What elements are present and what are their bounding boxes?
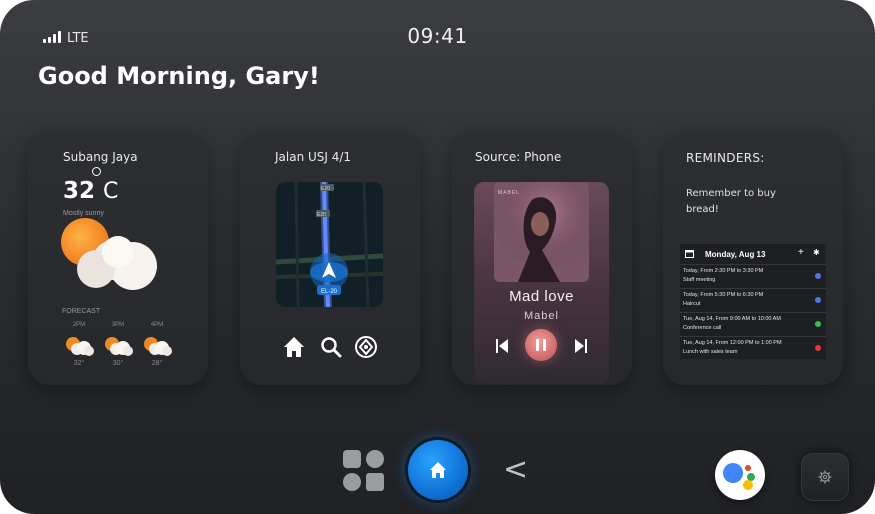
map-route: E20 E20 EL-20: [276, 182, 383, 307]
calendar-event[interactable]: Tue, Aug 14, From 12:00 PM to 1:00 PM Lu…: [680, 336, 826, 359]
event-color-dot: [815, 273, 821, 279]
event-time: Today, From 5:30 PM to 6:30 PM: [683, 292, 764, 298]
calendar-event[interactable]: Today, From 2:30 PM to 3:30 PM Staff mee…: [680, 264, 826, 289]
weather-condition: Mostly sunny: [63, 210, 104, 217]
pause-button[interactable]: [525, 329, 557, 361]
event-title: Haircut: [683, 301, 701, 307]
navigate-icon[interactable]: [354, 335, 378, 359]
nav-street: Jalan USJ 4/1: [275, 150, 352, 164]
event-color-dot: [815, 321, 821, 327]
event-title: Conference call: [683, 325, 722, 331]
album-art: MABEL Mad love Mabel: [474, 182, 609, 384]
calendar-date: Monday, Aug 13: [705, 250, 766, 259]
forecast-temp: 30°: [112, 360, 124, 367]
status-clock: 09:41: [407, 24, 468, 48]
event-time: Tue, Aug 14, From 12:00 PM to 1:00 PM: [683, 340, 782, 346]
artist-photo: [494, 182, 589, 282]
forecast-hour: 4PM: [150, 322, 164, 328]
reminders-card[interactable]: REMINDERS: Remember to buy bread! Monday…: [663, 133, 843, 385]
calendar-icon: [685, 250, 694, 258]
music-source: Source: Phone: [475, 150, 562, 164]
music-card[interactable]: Source: Phone MABEL Mad love Mabel: [452, 133, 632, 385]
back-button[interactable]: <: [503, 452, 528, 487]
pause-icon: [536, 339, 539, 351]
apps-grid-icon[interactable]: [343, 450, 384, 491]
google-assistant-button[interactable]: [715, 450, 765, 500]
artist-name: Mabel: [524, 310, 559, 322]
add-event-icon[interactable]: +: [798, 247, 804, 258]
calendar-event[interactable]: Today, From 5:30 PM to 6:30 PM Haircut: [680, 288, 826, 313]
sun-cloud-icon: [61, 218, 157, 290]
calendar-widget[interactable]: Monday, Aug 13 + ✱ Today, From 2:30 PM t…: [680, 244, 826, 359]
settings-button[interactable]: [801, 453, 849, 501]
calendar-settings-icon[interactable]: ✱: [813, 248, 820, 257]
forecast-hour: 2PM: [72, 322, 86, 328]
greeting-title: Good Morning, Gary!: [38, 62, 320, 90]
forecast-temp: 28°: [151, 360, 163, 367]
reminder-text: Remember to buy bread!: [686, 188, 776, 215]
gear-icon: [818, 470, 832, 484]
google-assistant-icon: [723, 463, 755, 490]
calendar-header: Monday, Aug 13 + ✱: [680, 244, 826, 264]
weather-card[interactable]: Subang Jaya 32 C Mostly sunny FORECAST 2…: [28, 133, 208, 385]
event-time: Tue, Aug 14, From 9:00 AM to 10:00 AM: [683, 316, 781, 322]
road-badge: EL-20: [321, 289, 338, 295]
calendar-event[interactable]: Tue, Aug 14, From 9:00 AM to 10:00 AM Co…: [680, 312, 826, 337]
home-icon[interactable]: [282, 335, 306, 359]
event-color-dot: [815, 345, 821, 351]
album-label: MABEL: [498, 190, 520, 196]
forecast-temp: 32°: [73, 360, 85, 367]
dashboard-screen: LTE 09:41 Good Morning, Gary! Subang Jay…: [0, 0, 875, 514]
event-color-dot: [815, 297, 821, 303]
weather-unit: C: [103, 179, 119, 204]
event-title: Staff meeting: [683, 277, 716, 283]
sun-cloud-icon: [144, 337, 172, 356]
search-icon[interactable]: [319, 335, 343, 359]
map-road-label: E20: [317, 212, 326, 218]
navigation-card[interactable]: Jalan USJ 4/1 E20 E20 EL-20: [240, 133, 420, 385]
next-track-icon[interactable]: [574, 338, 588, 354]
reminders-title: REMINDERS:: [686, 151, 765, 165]
previous-track-icon[interactable]: [495, 338, 509, 354]
navigation-map[interactable]: E20 E20 EL-20: [276, 182, 383, 307]
forecast-label: FORECAST: [62, 308, 101, 315]
weather-temperature: 32: [63, 178, 96, 204]
home-button[interactable]: [408, 440, 468, 500]
home-icon: [430, 462, 446, 478]
sun-cloud-icon: [66, 337, 94, 356]
event-time: Today, From 2:30 PM to 3:30 PM: [683, 268, 764, 274]
song-title: Mad love: [509, 288, 574, 305]
forecast-hour: 3PM: [111, 322, 125, 328]
map-road-label: E20: [321, 186, 330, 192]
sun-cloud-icon: [105, 337, 133, 356]
weather-location: Subang Jaya: [63, 150, 138, 164]
degree-symbol: [92, 167, 101, 176]
event-title: Lunch with sales team: [683, 349, 738, 355]
